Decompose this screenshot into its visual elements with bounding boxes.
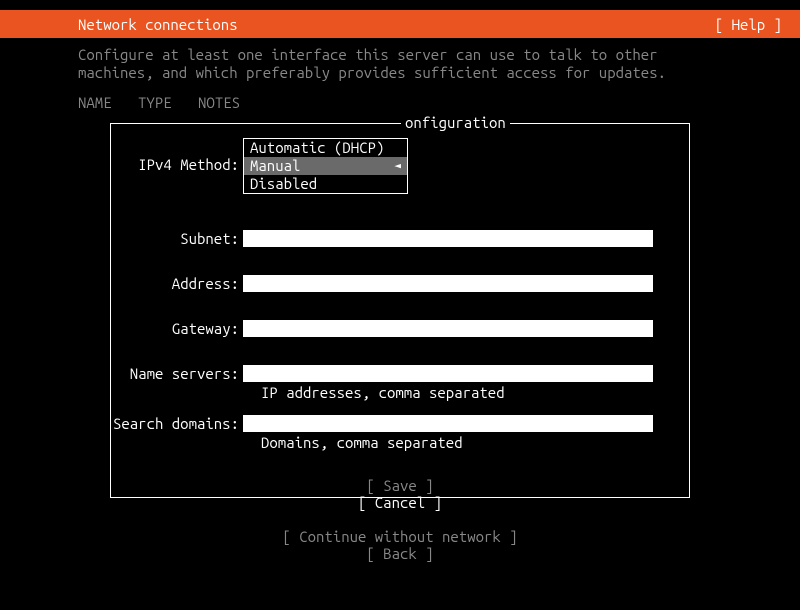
ipv4-method-dropdown[interactable]: Automatic (DHCP) Manual ◄ Disabled [243, 138, 408, 194]
gateway-row: Gateway: [111, 320, 689, 337]
searchdomains-input[interactable] [243, 415, 653, 432]
searchdomains-hint: Domains, comma separated [111, 434, 689, 451]
configuration-panel: onfiguration IPv4 Method: Automatic (DHC… [110, 123, 690, 498]
gateway-input[interactable] [243, 320, 653, 337]
col-name: NAME [78, 94, 112, 111]
address-label: Address: [111, 275, 243, 292]
subnet-label: Subnet: [111, 230, 243, 247]
header-bar: Network connections [ Help ] [0, 10, 800, 38]
panel-title: onfiguration [401, 114, 510, 131]
save-button[interactable]: [ Save ] [111, 477, 689, 494]
selected-indicator-icon: ◄ [394, 157, 401, 175]
dropdown-option-dhcp[interactable]: Automatic (DHCP) [244, 139, 407, 157]
help-button[interactable]: [ Help ] [715, 16, 782, 33]
gateway-label: Gateway: [111, 320, 243, 337]
nameservers-row: Name servers: [111, 365, 689, 382]
address-row: Address: [111, 275, 689, 292]
ipv4-method-row: IPv4 Method: Automatic (DHCP) Manual ◄ D… [111, 124, 689, 212]
ipv4-method-label: IPv4 Method: [111, 156, 243, 173]
panel-buttons: [ Save ] [ Cancel ] [111, 477, 689, 511]
footer-buttons: [ Continue without network ] [ Back ] [0, 528, 800, 562]
searchdomains-row: Search domains: [111, 415, 689, 432]
address-input[interactable] [243, 275, 653, 292]
cancel-button[interactable]: [ Cancel ] [111, 494, 689, 511]
nameservers-hint: IP addresses, comma separated [111, 384, 689, 401]
searchdomains-label: Search domains: [111, 415, 243, 432]
col-type: TYPE [138, 94, 172, 111]
nameservers-input[interactable] [243, 365, 653, 382]
subnet-input[interactable] [243, 230, 653, 247]
col-notes: NOTES [198, 94, 240, 111]
page-title: Network connections [78, 16, 238, 33]
dropdown-option-manual[interactable]: Manual ◄ [244, 157, 407, 175]
nameservers-label: Name servers: [111, 365, 243, 382]
back-button[interactable]: [ Back ] [0, 545, 800, 562]
page-description: Configure at least one interface this se… [0, 38, 800, 82]
continue-without-network-button[interactable]: [ Continue without network ] [0, 528, 800, 545]
dropdown-option-disabled[interactable]: Disabled [244, 175, 407, 193]
subnet-row: Subnet: [111, 230, 689, 247]
column-headers: NAME TYPE NOTES [0, 82, 800, 111]
